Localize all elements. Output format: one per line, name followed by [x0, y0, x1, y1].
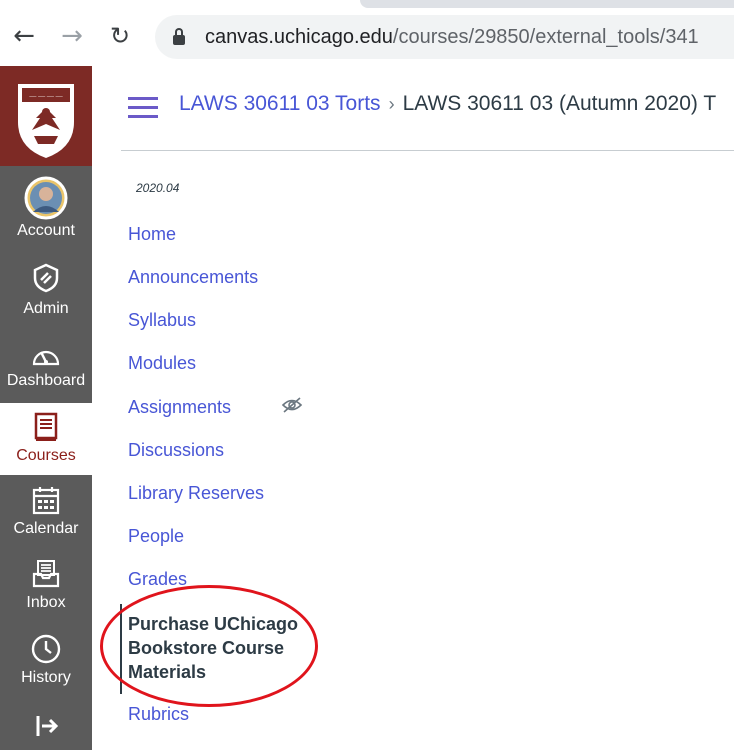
global-nav-dashboard[interactable]: Dashboard — [0, 336, 92, 402]
logout-arrow-icon — [36, 716, 59, 736]
hidden-eye-icon — [281, 397, 303, 413]
address-bar[interactable]: canvas.uchicago.edu/courses/29850/extern… — [155, 15, 734, 59]
lock-icon[interactable] — [173, 28, 185, 46]
global-nav-logout[interactable] — [0, 702, 92, 750]
course-nav-people[interactable]: People — [128, 526, 184, 547]
hamburger-menu-icon[interactable] — [128, 97, 158, 119]
breadcrumb: LAWS 30611 03 Torts › LAWS 30611 03 (Autum… — [179, 92, 716, 116]
reload-icon[interactable]: ↻ — [106, 22, 134, 50]
inbox-icon — [32, 560, 60, 588]
global-nav-label: Calendar — [13, 520, 79, 537]
course-nav-library-reserves[interactable]: Library Reserves — [128, 483, 264, 504]
header-divider — [121, 150, 734, 151]
url-path: /courses/29850/external_tools/341 — [392, 26, 699, 48]
global-nav-admin[interactable]: Admin — [0, 256, 92, 324]
url-text[interactable]: canvas.uchicago.edu/courses/29850/extern… — [205, 26, 699, 49]
url-host: canvas.uchicago.edu — [205, 26, 393, 48]
global-nav-calendar[interactable]: Calendar — [0, 480, 92, 548]
tab-strip — [360, 0, 734, 8]
course-nav-rubrics[interactable]: Rubrics — [128, 704, 189, 725]
global-nav-label: Dashboard — [6, 372, 86, 389]
arrow-left-icon[interactable]: ← — [10, 22, 38, 50]
browser-toolbar: ← → ↻ canvas.uchicago.edu/courses/29850/… — [0, 0, 734, 66]
breadcrumb-separator-icon: › — [388, 94, 395, 114]
global-nav-courses[interactable]: Courses — [0, 403, 92, 475]
global-nav-label: Inbox — [26, 594, 66, 611]
global-nav-label: Courses — [16, 447, 76, 464]
calendar-icon — [32, 487, 60, 515]
course-nav-assignments[interactable]: Assignments — [128, 397, 231, 418]
arrow-right-icon[interactable]: → — [58, 22, 86, 50]
global-nav-inbox[interactable]: Inbox — [0, 554, 92, 622]
course-nav-modules[interactable]: Modules — [128, 353, 196, 374]
annotation-circle — [100, 585, 318, 707]
breadcrumb-current: LAWS 30611 03 (Autumn 2020) T — [402, 92, 717, 115]
course-term: 2020.04 — [136, 181, 180, 195]
course-nav-home[interactable]: Home — [128, 224, 176, 245]
course-nav-discussions[interactable]: Discussions — [128, 440, 224, 461]
global-nav-label: Account — [17, 222, 75, 239]
breadcrumb-course-link[interactable]: LAWS 30611 03 Torts — [179, 92, 381, 115]
global-nav-history[interactable]: History — [0, 629, 92, 697]
book-icon — [34, 412, 58, 441]
user-avatar — [24, 176, 68, 220]
course-nav-syllabus[interactable]: Syllabus — [128, 310, 196, 331]
university-logo[interactable]: — — — — — [0, 66, 92, 166]
svg-text:— — — —: — — — — — [28, 92, 63, 100]
speedometer-icon — [32, 350, 60, 366]
crest-icon: — — — — — [18, 84, 74, 158]
course-nav-announcements[interactable]: Announcements — [128, 267, 258, 288]
clock-icon — [31, 634, 61, 664]
global-nav-label: History — [21, 669, 71, 686]
global-nav-label: Admin — [23, 300, 69, 317]
global-nav-account[interactable]: Account — [0, 166, 92, 239]
shield-icon — [33, 263, 59, 293]
global-navigation: — — — — Account Admin Dashboard Courses … — [0, 66, 92, 750]
